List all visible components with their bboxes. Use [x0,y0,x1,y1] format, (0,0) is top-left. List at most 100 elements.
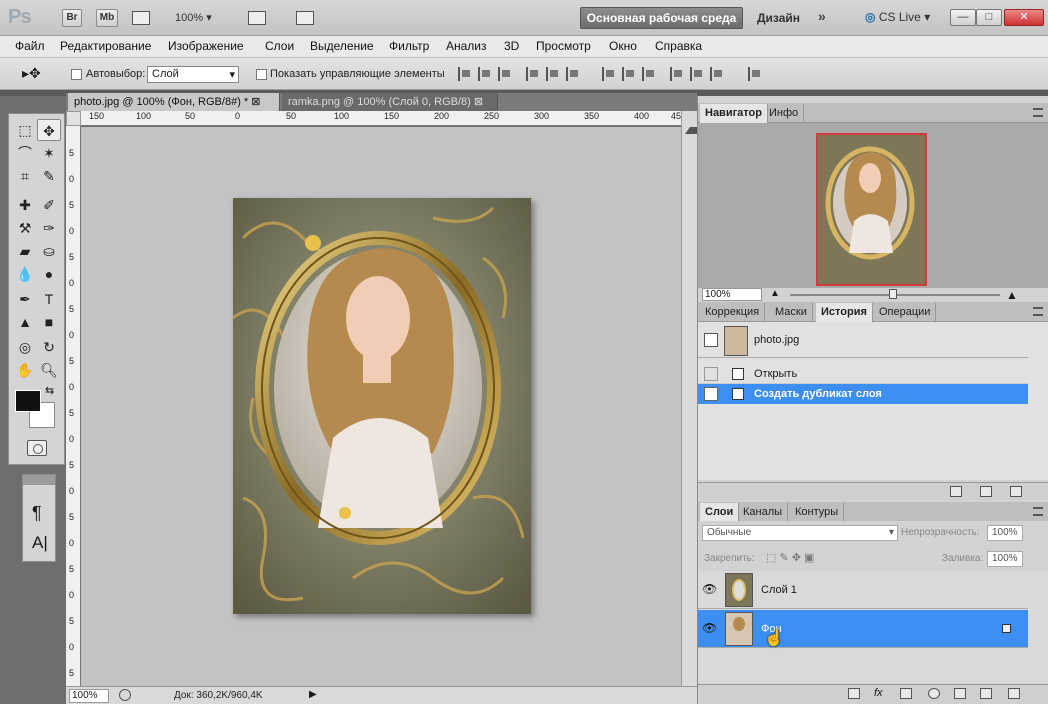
workspace-more-icon[interactable]: » [818,8,826,24]
horizontal-ruler[interactable]: 150 100 50 0 50 100 150 200 250 300 350 … [81,111,686,126]
magic-wand-tool-icon[interactable]: ✶ [37,142,61,164]
tab-paths[interactable]: Контуры [790,503,845,522]
distribute-hcenter-icon[interactable] [690,67,704,81]
zoom-level-select[interactable]: 100% ▾ [175,11,212,24]
swap-colors-icon[interactable]: ⇆ [45,384,54,397]
menu-view[interactable]: Просмотр [536,39,591,53]
navigator-preview[interactable] [698,123,1048,288]
visibility-eye-icon[interactable]: 👁︎ [702,622,718,634]
cs-live-button[interactable]: ◎ CS Live ▾ [865,10,930,24]
status-info-icon[interactable] [119,689,131,701]
pen-tool-icon[interactable]: ✒ [13,288,37,310]
auto-align-icon[interactable] [748,67,762,81]
tab-masks[interactable]: Маски [770,303,813,322]
fill-field[interactable]: 100% [987,551,1023,567]
foreground-color-swatch[interactable] [15,390,41,412]
visibility-eye-icon[interactable]: 👁︎ [702,583,718,595]
tab-navigator[interactable]: Навигатор [700,104,768,123]
opacity-field[interactable]: 100% [987,525,1023,541]
snapshot-brush-icon[interactable] [704,333,718,347]
autoselect-target-select[interactable]: Слой ▾ [147,66,239,83]
tab-actions[interactable]: Операции [874,303,937,322]
eraser-tool-icon[interactable]: ▰ [13,240,37,262]
brush-tool-icon[interactable]: ✐ [37,194,61,216]
marquee-tool-icon[interactable]: ⬚ [13,119,37,141]
trash-icon[interactable] [1008,688,1020,699]
align-left-icon[interactable] [526,67,540,81]
trash-icon[interactable] [1010,486,1022,497]
screen-mode-icon[interactable] [296,11,314,25]
bridge-button[interactable]: Br [62,9,82,27]
history-source-checkbox[interactable] [704,387,718,401]
path-selection-tool-icon[interactable]: ▲ [13,311,37,333]
menu-window[interactable]: Окно [609,39,637,53]
zoom-tool-icon[interactable]: 🔍︎ [37,359,61,381]
zoom-out-icon[interactable]: ▲ [770,288,780,299]
arrange-documents-icon[interactable] [248,11,266,25]
hand-tool-icon[interactable]: ✋ [13,359,37,381]
show-transform-checkbox[interactable] [256,69,267,80]
layer-style-fx-icon[interactable]: fx [874,687,883,699]
distribute-top-icon[interactable] [602,67,616,81]
move-tool-icon[interactable]: ✥ [37,119,61,141]
tab-channels[interactable]: Каналы [738,503,789,522]
history-item-selected[interactable]: Создать дубликат слоя [698,384,1028,404]
adjustment-layer-icon[interactable] [928,688,940,699]
menu-file[interactable]: Файл [15,39,45,53]
crop-tool-icon[interactable]: ⌗ [13,165,37,187]
status-zoom-field[interactable]: 100% [69,689,109,703]
blend-mode-select[interactable]: Обычные ▾ [702,525,898,541]
menu-layer[interactable]: Слои [265,39,294,53]
vertical-scrollbar[interactable] [681,111,704,686]
new-group-icon[interactable] [954,688,966,699]
new-document-from-state-icon[interactable] [950,486,962,497]
history-snapshot[interactable]: photo.jpg [698,324,1028,358]
history-item[interactable]: Открыть [698,364,1028,384]
tab-history[interactable]: История [816,303,873,322]
tab-info[interactable]: Инфо [764,104,805,123]
menu-3d[interactable]: 3D [504,39,519,53]
type-tool-icon[interactable]: T [37,288,61,310]
zoom-in-icon[interactable]: ▲ [1006,288,1018,302]
distribute-left-icon[interactable] [670,67,684,81]
dodge-tool-icon[interactable]: ● [37,263,61,285]
new-snapshot-icon[interactable] [980,486,992,497]
workspace-design-button[interactable]: Дизайн [757,11,800,25]
layer-item[interactable]: 👁︎ Слой 1 [698,571,1028,609]
menu-image[interactable]: Изображение [168,39,244,53]
menu-analysis[interactable]: Анализ [446,39,487,53]
3d-orbit-tool-icon[interactable]: ↻ [37,336,61,358]
lasso-tool-icon[interactable]: ⌒ [13,142,37,164]
close-icon[interactable]: ⊠ [474,96,483,108]
eyedropper-tool-icon[interactable]: ✎ [37,165,61,187]
lock-icons[interactable]: ⬚ ✎ ✥ ▣ [766,551,814,564]
align-bottom-icon[interactable] [498,67,512,81]
navigator-view-box[interactable] [816,133,927,286]
layer-name[interactable]: Слой 1 [761,584,797,596]
move-tool-preset-icon[interactable]: ▸✥ [22,65,41,82]
align-hcenter-icon[interactable] [546,67,560,81]
minimize-button[interactable]: — [950,9,976,26]
minibridge-button[interactable]: Mb [96,9,118,27]
distribute-vcenter-icon[interactable] [622,67,636,81]
panel-menu-icon[interactable] [1033,307,1043,316]
character-panel-icon[interactable]: A| [32,533,48,553]
align-right-icon[interactable] [566,67,580,81]
align-top-icon[interactable] [458,67,472,81]
navigator-zoom-field[interactable]: 100% [702,288,762,301]
shape-tool-icon[interactable]: ■ [37,311,61,333]
panel-menu-icon[interactable] [1033,507,1043,516]
layer-item-selected[interactable]: 👁︎ Фон [698,610,1028,648]
3d-rotate-tool-icon[interactable]: ◎ [13,336,37,358]
tab-photo[interactable]: photo.jpg @ 100% (Фон, RGB/8#) * ⊠ [68,93,280,111]
healing-brush-tool-icon[interactable]: ✚ [13,194,37,216]
blur-tool-icon[interactable]: 💧 [13,263,37,285]
history-source-checkbox[interactable] [704,367,718,381]
status-menu-arrow-icon[interactable]: ▶ [309,689,317,700]
ruler-origin[interactable] [66,111,81,126]
add-mask-icon[interactable] [900,688,912,699]
panel-menu-icon[interactable] [1033,108,1043,117]
vertical-ruler[interactable]: 5 0 5 0 5 0 5 0 5 0 5 0 5 0 5 0 5 0 5 0 … [66,126,81,686]
quick-mask-icon[interactable] [27,440,47,456]
tab-ramka[interactable]: ramka.png @ 100% (Слой 0, RGB/8) ⊠ [282,93,498,111]
